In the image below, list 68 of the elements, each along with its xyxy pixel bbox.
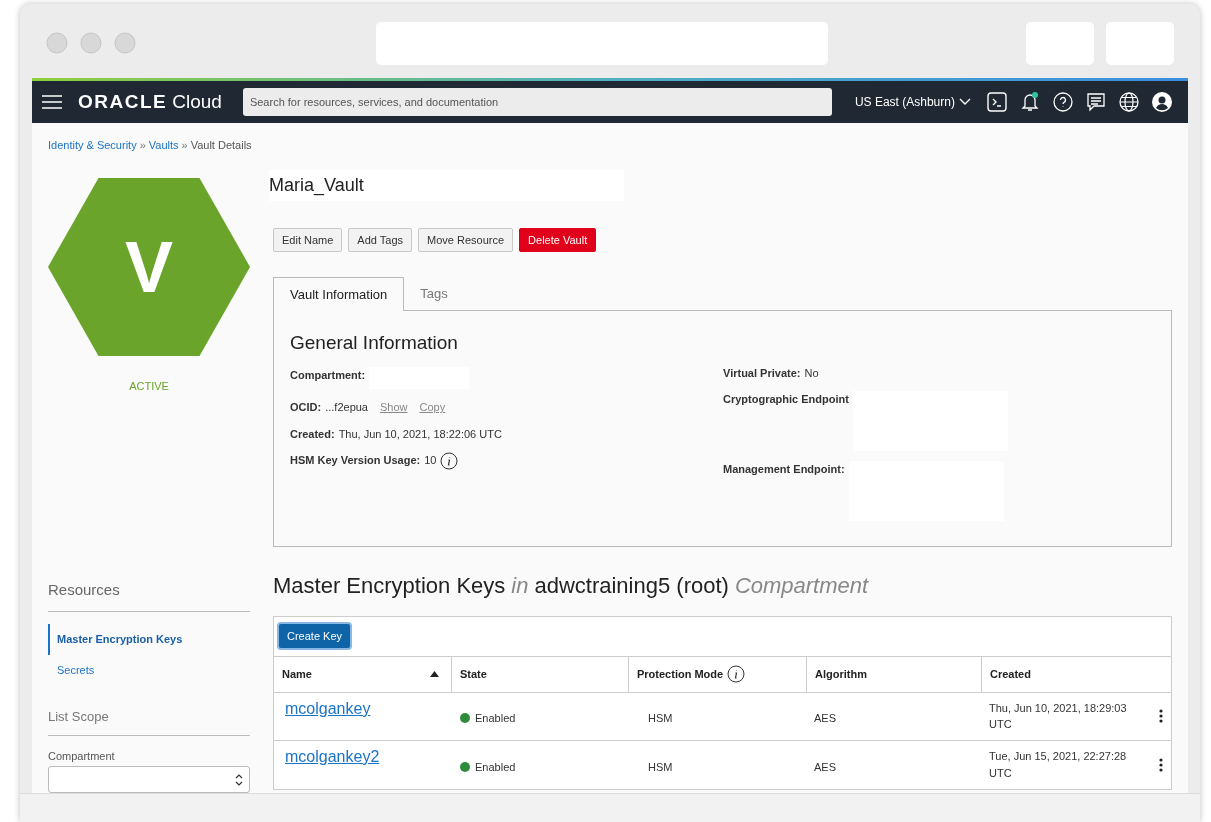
breadcrumb-separator: » bbox=[139, 138, 146, 154]
field-label: OCID: bbox=[290, 400, 322, 416]
action-button[interactable]: Move Resource bbox=[418, 227, 514, 252]
field-label: Created: bbox=[290, 426, 335, 442]
create-key-button[interactable]: Create Key bbox=[279, 624, 351, 649]
tab[interactable]: Vault Information bbox=[273, 276, 405, 311]
field-label: Management Endpoint: bbox=[723, 462, 845, 478]
tab[interactable]: Tags bbox=[404, 276, 464, 310]
logo-product[interactable]: Cloud bbox=[172, 87, 222, 117]
keys-heading: Master Encryption Keys in adwctraining5 (root) Compartment bbox=[273, 571, 870, 600]
terminal-icon[interactable] bbox=[986, 92, 1007, 112]
column-header[interactable]: Algorithm bbox=[806, 656, 981, 692]
field-label: HSM Key Version Usage: bbox=[290, 453, 421, 469]
search-field[interactable]: Search for resources, services, and documentation bbox=[242, 88, 832, 116]
field-label: Cryptographic Endpoint bbox=[723, 392, 849, 408]
vault-title: Maria_Vault bbox=[269, 169, 624, 201]
info-icon[interactable] bbox=[440, 452, 459, 471]
sort-ascending-icon[interactable] bbox=[430, 671, 439, 678]
key-name-link[interactable]: mcolgankey2 bbox=[285, 747, 380, 765]
column-header[interactable]: Created bbox=[981, 656, 1171, 692]
field-value: 10 bbox=[424, 453, 437, 469]
field-value: ...f2epua bbox=[325, 400, 368, 416]
section-heading: General Information bbox=[290, 330, 459, 355]
help-icon[interactable] bbox=[1052, 92, 1073, 112]
more-options-icon[interactable] bbox=[1159, 757, 1163, 772]
field-label: Compartment bbox=[48, 748, 116, 764]
sidebar-heading: List Scope bbox=[48, 707, 250, 736]
select-arrows-icon bbox=[235, 773, 243, 786]
globe-icon[interactable] bbox=[1118, 92, 1139, 112]
user-avatar-icon[interactable] bbox=[1151, 92, 1172, 112]
action-button[interactable]: Add Tags bbox=[348, 227, 413, 252]
sidebar-item[interactable]: Master Encryption Keys bbox=[48, 624, 250, 655]
breadcrumb-link[interactable]: Vaults bbox=[148, 137, 179, 154]
sidebar-item[interactable]: Secrets bbox=[48, 654, 250, 686]
field-label: Compartment: bbox=[290, 368, 366, 384]
action-button[interactable]: Delete Vault bbox=[519, 227, 597, 252]
bell-icon[interactable] bbox=[1019, 91, 1040, 113]
breadcrumb-current: Vault Details bbox=[190, 138, 252, 154]
status-label: ACTIVE bbox=[129, 378, 169, 394]
table-cell-text: Thu, Jun 10, 2021, 18:29:03 UTC bbox=[989, 700, 1128, 733]
chat-icon[interactable] bbox=[1085, 92, 1106, 112]
table-cell-text: HSM bbox=[648, 711, 673, 727]
field-value: No bbox=[804, 365, 819, 381]
chevron-down-icon bbox=[958, 98, 971, 106]
sidebar-heading: Resources bbox=[48, 578, 250, 613]
table-cell-text: Enabled bbox=[475, 711, 516, 727]
column-header[interactable]: Protection Mode bbox=[628, 656, 806, 692]
field-link[interactable]: Copy bbox=[419, 399, 446, 416]
field-label: Virtual Private: bbox=[723, 365, 801, 381]
breadcrumb-separator: » bbox=[181, 138, 188, 154]
info-icon[interactable] bbox=[727, 665, 746, 684]
table-cell-text: Enabled bbox=[475, 759, 516, 775]
menu-icon[interactable] bbox=[42, 95, 62, 109]
column-header[interactable]: State bbox=[451, 656, 628, 692]
field-link[interactable]: Show bbox=[380, 399, 408, 416]
breadcrumb-link[interactable]: Identity & Security bbox=[48, 137, 137, 154]
table-cell-text: Tue, Jun 15, 2021, 22:27:28 UTC bbox=[989, 749, 1128, 781]
table-cell-text: HSM bbox=[648, 759, 673, 775]
field-value: Thu, Jun 10, 2021, 18:22:06 UTC bbox=[338, 426, 502, 442]
table-cell-text: AES bbox=[814, 711, 836, 727]
region-selector[interactable]: US East (Ashburn) bbox=[854, 93, 971, 111]
logo-wordmark[interactable]: ORACLE bbox=[78, 87, 168, 117]
action-button[interactable]: Edit Name bbox=[273, 227, 343, 252]
column-header[interactable]: Name bbox=[274, 656, 451, 692]
table-cell-text: AES bbox=[814, 759, 836, 775]
vault-letter: V bbox=[125, 225, 173, 309]
key-name-link[interactable]: mcolgankey bbox=[285, 699, 371, 717]
more-options-icon[interactable] bbox=[1159, 709, 1163, 724]
